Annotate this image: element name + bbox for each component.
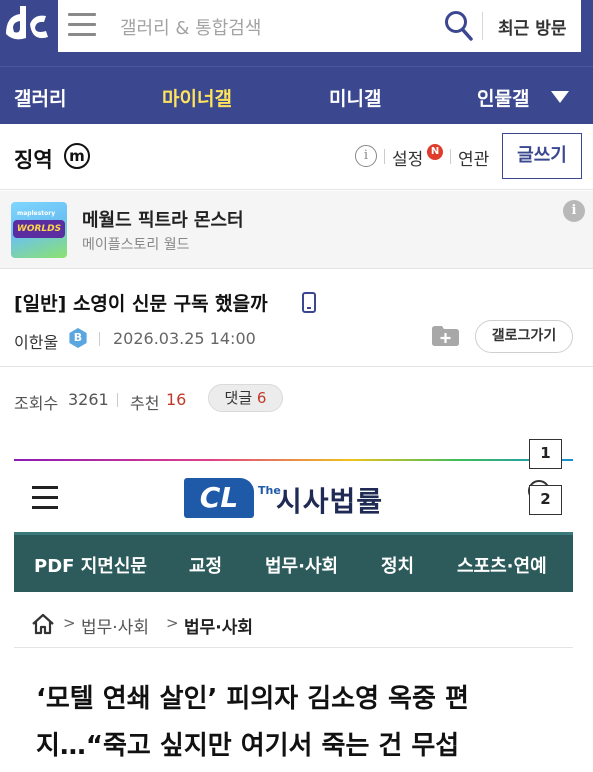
news-logo-name: 시사법률 xyxy=(276,485,384,518)
comments-count: 6 xyxy=(256,389,267,407)
game-subtitle: 메이플스토리 월드 xyxy=(82,237,190,253)
news-nav-correction: 교정 xyxy=(189,556,223,577)
divider xyxy=(99,332,100,346)
author-name[interactable]: 이한울 xyxy=(14,329,58,353)
thumbnail-caption: maplestory xyxy=(17,210,56,217)
thumbnail-logo: WORLDS xyxy=(13,220,65,238)
comments-button[interactable]: 댓글 6 xyxy=(208,384,283,412)
new-badge: N xyxy=(427,144,443,160)
mobile-icon xyxy=(302,292,316,313)
post-header: [일반] 소영이 신문 구독 했을까 이한울 B 2026.03.25 14:0… xyxy=(0,270,593,367)
nav-item-mini-gallery[interactable]: 미니갤 xyxy=(329,84,381,111)
news-headline: ‘모텔 연쇄 살인’ 피의자 김소영 옥중 편지…“죽고 싶지만 여기서 죽는 … xyxy=(36,684,469,761)
write-button[interactable]: 글쓰기 xyxy=(502,133,582,179)
recommend-label: 추천 xyxy=(130,394,160,413)
game-banner[interactable]: maplestory WORLDS 메월드 픽트라 몬스터 메이플스토리 월드 … xyxy=(0,191,593,269)
main-nav: 갤러리 마이너갤 미니갤 인물갤 xyxy=(0,66,593,124)
folder-add-icon[interactable] xyxy=(432,326,459,346)
number-box-1: 1 xyxy=(529,439,562,469)
caret-down-icon[interactable] xyxy=(551,91,569,103)
search-input[interactable]: 갤러리 & 통합검색 xyxy=(120,14,261,40)
info-icon[interactable]: i xyxy=(355,145,377,167)
number-box-2: 2 xyxy=(529,485,562,515)
breadcrumb-item: 법무·사회 xyxy=(81,618,149,638)
game-thumbnail[interactable]: maplestory WORLDS xyxy=(11,202,67,258)
post-category: [일반] xyxy=(14,293,67,315)
post-stats: 조회수 3261 추천 16 댓글 6 xyxy=(0,368,593,430)
top-header: 갤러리 & 통합검색 최근 방문 xyxy=(0,0,593,66)
comments-label: 댓글 xyxy=(224,389,253,407)
nav-item-person-gallery[interactable]: 인물갤 xyxy=(477,84,529,111)
dc-logo-icon[interactable] xyxy=(0,0,58,52)
search-icon[interactable] xyxy=(444,10,474,42)
post-title-text: 소영이 신문 구독 했을까 xyxy=(72,293,268,315)
news-nav: PDF 지면신문 교정 법무·사회 정치 스포츠·연예 xyxy=(14,532,573,592)
nav-item-minor-gallery[interactable]: 마이너갤 xyxy=(162,84,232,111)
related-button[interactable]: 연관 xyxy=(458,145,489,170)
gallog-button[interactable]: 갤로그가기 xyxy=(475,320,573,353)
nav-item-gallery[interactable]: 갤러리 xyxy=(14,84,66,111)
divider xyxy=(117,393,118,407)
views-count: 3261 xyxy=(68,390,109,409)
hamburger-icon[interactable] xyxy=(68,13,96,39)
home-icon xyxy=(31,613,55,635)
chevron-right-icon: > xyxy=(166,614,179,632)
divider xyxy=(482,12,483,40)
news-nav-pdf: PDF 지면신문 xyxy=(34,556,147,577)
recommend-count: 16 xyxy=(166,390,187,409)
news-nav-sports: 스포츠·연예 xyxy=(457,556,547,577)
chevron-right-icon: > xyxy=(63,614,76,632)
minor-gallery-badge: m xyxy=(64,143,90,169)
gallery-header: 징역 m i 설정 N 연관 글쓰기 xyxy=(0,124,593,190)
ad-info-icon[interactable]: i xyxy=(563,200,585,222)
news-nav-politics: 정치 xyxy=(381,556,415,577)
hamburger-icon xyxy=(32,486,58,509)
post-title: [일반] 소영이 신문 구독 했을까 xyxy=(14,289,268,316)
divider xyxy=(450,149,451,164)
post-image[interactable]: 1 CL The 시사법률 2 PDF 지면신문 교정 법무·사회 정치 스포츠… xyxy=(14,430,574,772)
author-badge: B xyxy=(69,328,87,348)
news-logo-mark: CL xyxy=(184,478,254,518)
breadcrumb-current: 법무·사회 xyxy=(184,618,254,638)
views-label: 조회수 xyxy=(14,394,59,413)
post-date: 2026.03.25 14:00 xyxy=(113,329,256,348)
divider xyxy=(384,149,385,164)
breadcrumb: > 법무·사회 > 법무·사회 xyxy=(14,600,573,648)
news-nav-law-society: 법무·사회 xyxy=(265,556,339,577)
recent-visit-button[interactable]: 최근 방문 xyxy=(498,14,566,39)
game-title[interactable]: 메월드 픽트라 몬스터 xyxy=(82,206,244,232)
settings-button[interactable]: 설정 xyxy=(392,145,423,170)
gradient-divider xyxy=(14,459,573,461)
search-bar[interactable]: 갤러리 & 통합검색 최근 방문 xyxy=(58,0,581,52)
gallery-name[interactable]: 징역 xyxy=(14,144,53,174)
